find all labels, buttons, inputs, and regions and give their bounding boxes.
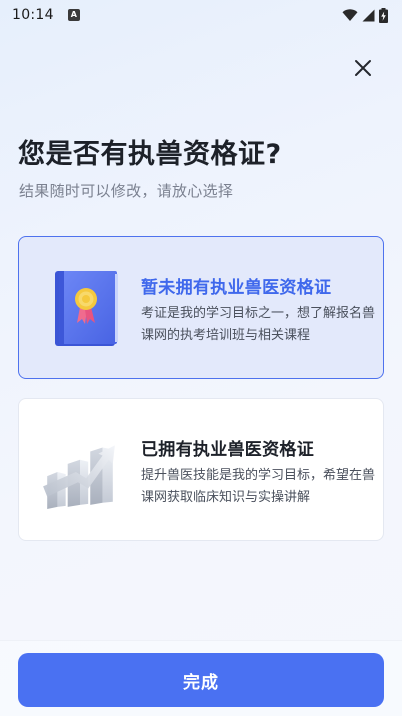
signal-icon bbox=[362, 9, 375, 21]
status-icons bbox=[342, 7, 388, 23]
option-description: 考证是我的学习目标之一，想了解报名兽课网的执考培训班与相关课程 bbox=[141, 306, 376, 343]
page-subtitle: 结果随时可以修改，请放心选择 bbox=[19, 182, 234, 200]
growth-bar-chart-icon bbox=[43, 445, 115, 509]
option-title: 已拥有执业兽医资格证 bbox=[141, 440, 314, 460]
battery-charging-icon bbox=[379, 7, 388, 23]
close-icon bbox=[355, 60, 371, 76]
status-time: 10:14 bbox=[12, 7, 54, 23]
status-bar: 10:14 A bbox=[0, 0, 402, 30]
done-button[interactable]: 完成 bbox=[18, 653, 384, 707]
certificate-book-icon bbox=[55, 271, 118, 346]
option-no-certificate[interactable]: 暂未拥有执业兽医资格证 考证是我的学习目标之一，想了解报名兽课网的执考培训班与相… bbox=[18, 236, 384, 379]
option-description: 提升兽医技能是我的学习目标，希望在兽课网获取临床知识与实操讲解 bbox=[141, 468, 376, 505]
close-button[interactable] bbox=[349, 54, 377, 82]
wifi-icon bbox=[342, 9, 358, 21]
option-title: 暂未拥有执业兽医资格证 bbox=[141, 278, 332, 298]
notification-a-icon: A bbox=[67, 9, 80, 21]
option-has-certificate[interactable]: 已拥有执业兽医资格证 提升兽医技能是我的学习目标，希望在兽课网获取临床知识与实操… bbox=[18, 398, 384, 541]
page-title: 您是否有执兽资格证? bbox=[18, 139, 282, 170]
